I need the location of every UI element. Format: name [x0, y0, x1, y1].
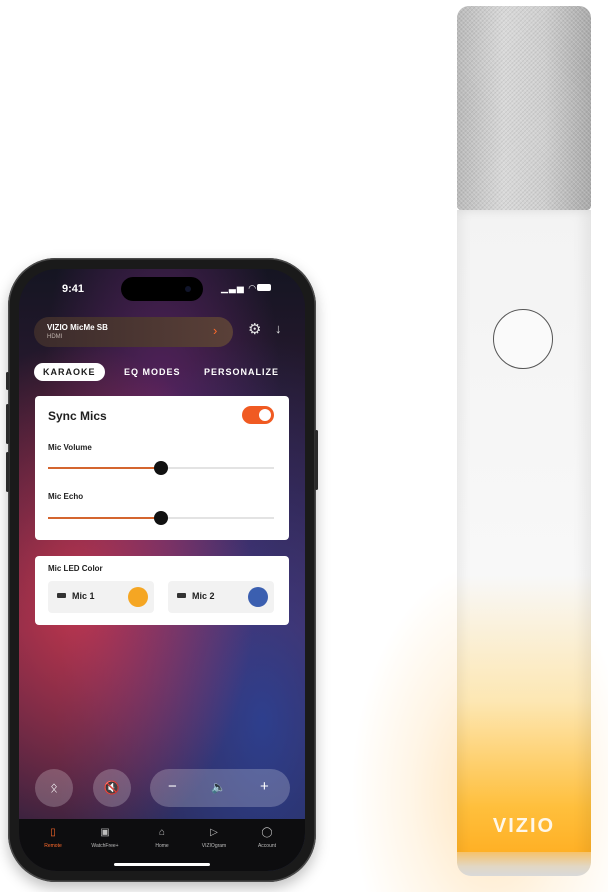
mic-volume-knob[interactable]	[154, 461, 168, 475]
mic-echo-label: Mic Echo	[48, 492, 84, 501]
phone-power-button	[315, 430, 318, 490]
home-indicator	[114, 863, 210, 866]
microphone-button	[493, 309, 553, 369]
phone-side-button	[6, 372, 9, 390]
sync-mics-toggle[interactable]	[242, 406, 274, 424]
tab-bar: KARAOKE EQ MODES PERSONALIZE	[34, 363, 294, 381]
toggle-knob	[259, 409, 271, 421]
tab-personalize[interactable]: PERSONALIZE	[204, 363, 279, 381]
mic-echo-fill	[48, 517, 161, 519]
mic-icon	[57, 593, 66, 598]
microphone-grille	[457, 6, 591, 210]
phone-volume-down-button	[6, 452, 9, 492]
device-selector[interactable]: VIZIO MicMe SB HDMI ›	[34, 317, 233, 347]
mute-icon: 🔇	[103, 780, 121, 795]
volume-control: − 🔈 +	[150, 769, 290, 807]
nav-home-label: Home	[155, 843, 169, 849]
nav-viziogram[interactable]: ▷ VIZIOgram	[186, 827, 242, 849]
tab-eq-modes[interactable]: EQ MODES	[124, 363, 181, 381]
status-time: 9:41	[62, 283, 85, 295]
signal-wifi-icon: ▁▃▅ ◠	[221, 283, 258, 293]
nav-home[interactable]: ⌂ Home	[134, 827, 190, 849]
nav-viziogram-label: VIZIOgram	[201, 843, 227, 849]
mic-volume-label: Mic Volume	[48, 443, 92, 452]
mic-2-color-swatch[interactable]	[248, 587, 268, 607]
microphone-brand-logo: VIZIO	[492, 815, 556, 837]
mic-volume-slider[interactable]	[48, 461, 274, 475]
home-icon: ⌂	[158, 827, 166, 838]
mic-2-label: Mic 2	[192, 591, 215, 601]
status-bar: 9:41 ▁▃▅ ◠	[19, 269, 305, 313]
led-color-card: Mic LED Color Mic 1 Mic 2	[35, 556, 289, 625]
mic-1-label: Mic 1	[72, 591, 95, 601]
volume-icon: 🔈	[211, 780, 226, 794]
mic-echo-slider[interactable]	[48, 511, 274, 525]
chevron-right-icon: ›	[213, 323, 218, 338]
volume-down-button[interactable]: −	[168, 778, 177, 795]
sync-mics-label: Sync Mics	[48, 409, 107, 423]
nav-account[interactable]: ◯ Account	[239, 827, 295, 849]
tv-icon: ▣	[100, 827, 110, 838]
nav-watchfree-label: WatchFree+	[91, 843, 119, 849]
bluetooth-icon: ᛟ	[50, 780, 58, 795]
nav-remote[interactable]: ▯ Remote	[25, 827, 81, 849]
battery-icon	[257, 284, 271, 291]
gear-icon[interactable]: ⚙	[248, 320, 261, 338]
bottom-nav: ▯ Remote ▣ WatchFree+ ⌂ Home ▷ VIZIOgram…	[19, 819, 305, 871]
mic-1-color-swatch[interactable]	[128, 587, 148, 607]
led-color-title: Mic LED Color	[48, 564, 103, 573]
microphone-base	[457, 852, 591, 876]
karaoke-settings-card: Sync Mics Mic Volume Mic Echo	[35, 396, 289, 540]
nav-remote-label: Remote	[44, 843, 62, 849]
mic-1-led-selector[interactable]: Mic 1	[48, 581, 154, 613]
phone-screen: 9:41 ▁▃▅ ◠ VIZIO MicMe SB HDMI › ⚙ ↓ KAR…	[19, 269, 305, 871]
play-icon: ▷	[210, 827, 218, 838]
nav-watchfree[interactable]: ▣ WatchFree+	[77, 827, 133, 849]
tab-karaoke[interactable]: KARAOKE	[34, 363, 105, 381]
camera-dot	[185, 286, 191, 292]
mute-button[interactable]: 🔇	[93, 769, 131, 807]
download-icon[interactable]: ↓	[275, 321, 282, 336]
account-icon: ◯	[261, 827, 273, 838]
mic-2-led-selector[interactable]: Mic 2	[168, 581, 274, 613]
remote-icon: ▯	[50, 827, 56, 838]
mic-icon	[177, 593, 186, 598]
bluetooth-button[interactable]: ᛟ	[35, 769, 73, 807]
mic-volume-fill	[48, 467, 161, 469]
device-input: HDMI	[47, 334, 63, 340]
phone-volume-up-button	[6, 404, 9, 444]
device-name: VIZIO MicMe SB	[47, 323, 108, 332]
nav-account-label: Account	[257, 843, 277, 849]
mic-echo-knob[interactable]	[154, 511, 168, 525]
volume-up-button[interactable]: +	[260, 778, 269, 795]
